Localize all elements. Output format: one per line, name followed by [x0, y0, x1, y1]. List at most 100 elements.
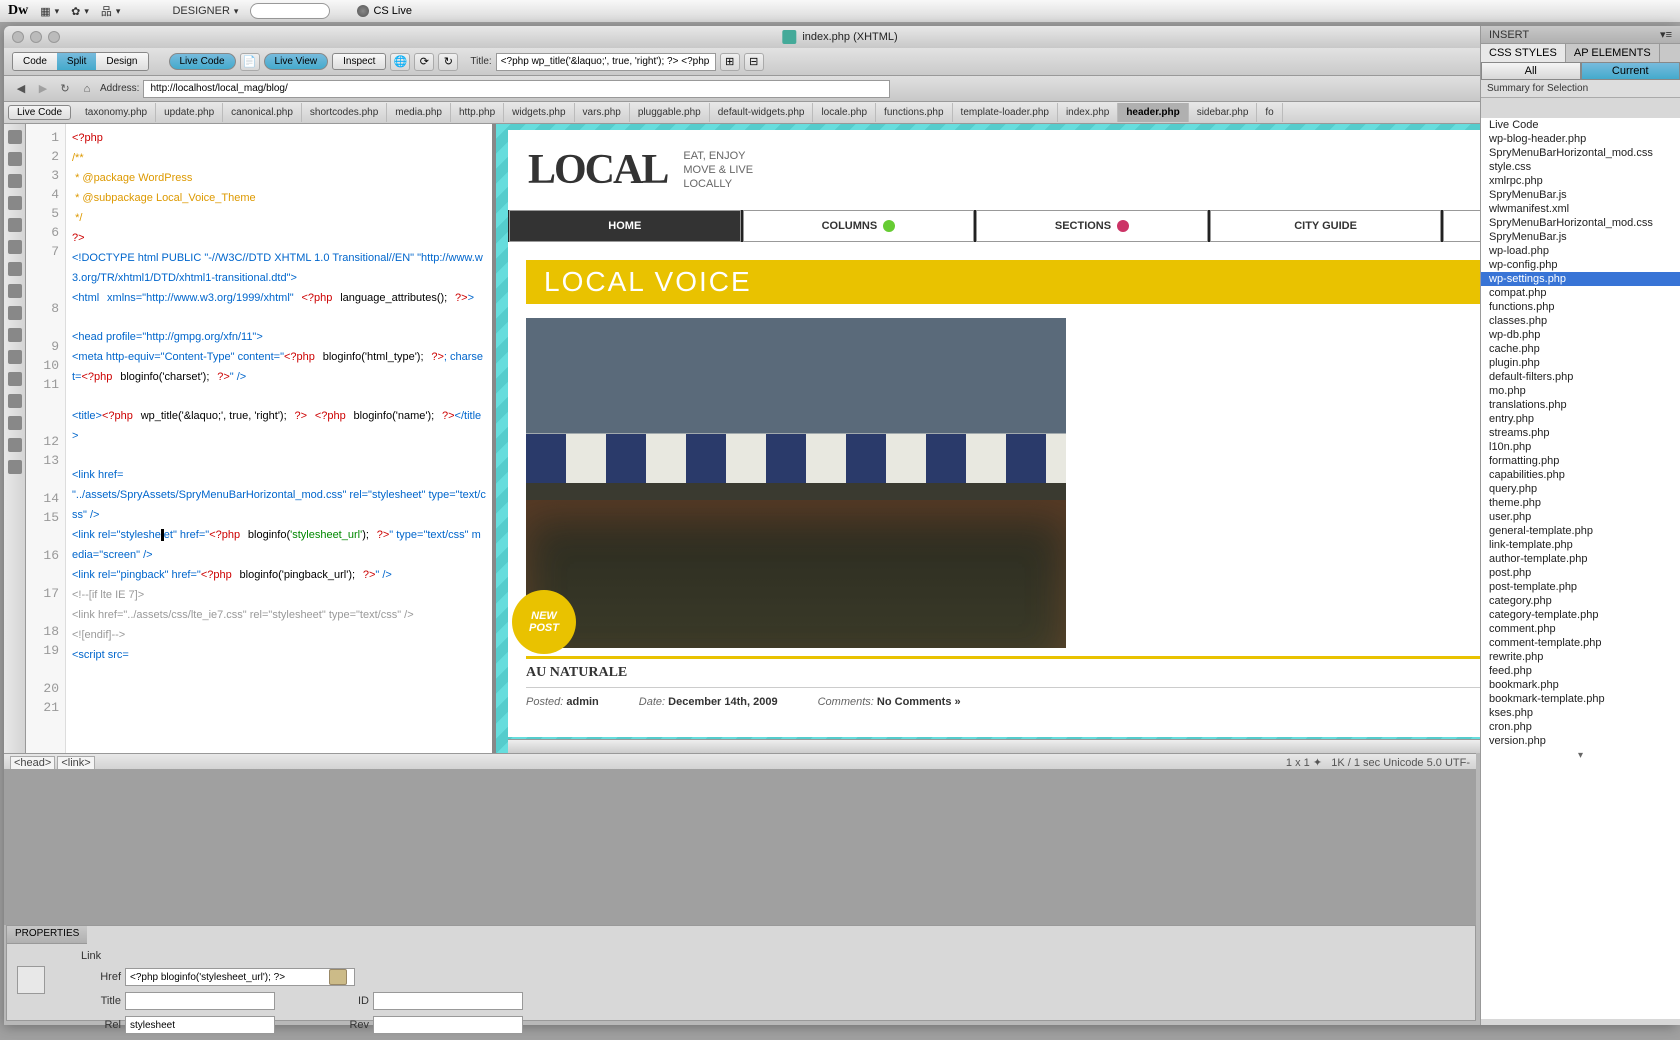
css-file-item[interactable]: style.css: [1481, 160, 1680, 174]
close-button[interactable]: [12, 31, 24, 43]
related-file-tab[interactable]: widgets.php: [504, 103, 574, 122]
related-file-tab[interactable]: update.php: [156, 103, 223, 122]
gutter-icon[interactable]: [8, 460, 22, 474]
related-file-tab[interactable]: sidebar.php: [1189, 103, 1258, 122]
css-file-item[interactable]: user.php: [1481, 510, 1680, 524]
nav-item[interactable]: HOME: [509, 210, 741, 242]
related-file-tab[interactable]: fo: [1257, 103, 1282, 122]
forward-button[interactable]: ▶: [34, 81, 52, 97]
css-file-item[interactable]: compat.php: [1481, 286, 1680, 300]
tag-selector-path[interactable]: <head><link>: [10, 757, 1286, 769]
css-file-item[interactable]: wp-load.php: [1481, 244, 1680, 258]
maximize-button[interactable]: [48, 31, 60, 43]
related-files-list[interactable]: Live Codewp-blog-header.phpSpryMenuBarHo…: [1481, 118, 1680, 1019]
minimize-button[interactable]: [30, 31, 42, 43]
workspace-switcher[interactable]: DESIGNER ▾: [132, 5, 238, 17]
rev-input[interactable]: [373, 1016, 523, 1034]
code-editor[interactable]: <?php /** * @package WordPress * @subpac…: [66, 124, 492, 753]
css-file-item[interactable]: author-template.php: [1481, 552, 1680, 566]
css-file-item[interactable]: query.php: [1481, 482, 1680, 496]
title-input[interactable]: [496, 53, 716, 71]
css-file-item[interactable]: cron.php: [1481, 720, 1680, 734]
nav-item[interactable]: COLUMNS: [743, 210, 975, 242]
gutter-icon[interactable]: [8, 218, 22, 232]
layout-menu-icon[interactable]: ▦▾: [40, 5, 59, 18]
related-file-tab[interactable]: template-loader.php: [953, 103, 1058, 122]
design-view-button[interactable]: Design: [96, 53, 147, 70]
related-file-tab[interactable]: index.php: [1058, 103, 1118, 122]
rel-input[interactable]: [125, 1016, 275, 1034]
gutter-icon[interactable]: [8, 416, 22, 430]
back-button[interactable]: ◀: [12, 81, 30, 97]
related-file-tab[interactable]: locale.php: [813, 103, 876, 122]
css-file-item[interactable]: kses.php: [1481, 706, 1680, 720]
related-file-tab[interactable]: pluggable.php: [630, 103, 710, 122]
home-icon[interactable]: ⌂: [78, 81, 96, 97]
related-file-tab[interactable]: header.php: [1118, 103, 1188, 122]
css-file-item[interactable]: plugin.php: [1481, 356, 1680, 370]
refresh-icon-1[interactable]: ⟳: [414, 53, 434, 71]
css-file-item[interactable]: entry.php: [1481, 412, 1680, 426]
css-file-item[interactable]: rewrite.php: [1481, 650, 1680, 664]
related-file-tab[interactable]: http.php: [451, 103, 504, 122]
inspect-icon-1[interactable]: 📄: [240, 53, 260, 71]
insert-panel-tab[interactable]: INSERT▾≡: [1481, 26, 1680, 44]
css-file-item[interactable]: link-template.php: [1481, 538, 1680, 552]
address-input[interactable]: [143, 80, 889, 98]
toolbar-icon-a[interactable]: ⊞: [720, 53, 740, 71]
css-file-item[interactable]: version.php: [1481, 734, 1680, 748]
css-file-item[interactable]: feed.php: [1481, 664, 1680, 678]
css-file-item[interactable]: wp-settings.php: [1481, 272, 1680, 286]
css-file-item[interactable]: SpryMenuBar.js: [1481, 230, 1680, 244]
ap-elements-tab[interactable]: AP ELEMENTS: [1566, 44, 1660, 62]
css-file-item[interactable]: general-template.php: [1481, 524, 1680, 538]
toolbar-icon-b[interactable]: ⊟: [744, 53, 764, 71]
css-file-item[interactable]: l10n.php: [1481, 440, 1680, 454]
title-prop-input[interactable]: [125, 992, 275, 1010]
css-file-item[interactable]: comment-template.php: [1481, 636, 1680, 650]
gutter-icon[interactable]: [8, 438, 22, 452]
nav-item[interactable]: CITY GUIDE: [1210, 210, 1442, 242]
all-button[interactable]: All: [1481, 62, 1581, 80]
css-file-item[interactable]: formatting.php: [1481, 454, 1680, 468]
href-input[interactable]: [125, 968, 355, 986]
gutter-icon[interactable]: [8, 350, 22, 364]
css-file-item[interactable]: translations.php: [1481, 398, 1680, 412]
gutter-icon[interactable]: [8, 394, 22, 408]
css-file-item[interactable]: classes.php: [1481, 314, 1680, 328]
css-file-item[interactable]: wp-blog-header.php: [1481, 132, 1680, 146]
refresh-icon-2[interactable]: ↻: [438, 53, 458, 71]
css-file-item[interactable]: category-template.php: [1481, 608, 1680, 622]
css-file-item[interactable]: SpryMenuBarHorizontal_mod.css: [1481, 146, 1680, 160]
css-file-item[interactable]: theme.php: [1481, 496, 1680, 510]
id-input[interactable]: [373, 992, 523, 1010]
related-file-tab[interactable]: media.php: [387, 103, 451, 122]
css-file-item[interactable]: mo.php: [1481, 384, 1680, 398]
gutter-icon[interactable]: [8, 372, 22, 386]
code-view-button[interactable]: Code: [13, 53, 57, 70]
gutter-icon[interactable]: [8, 174, 22, 188]
inspect-button[interactable]: Inspect: [332, 53, 386, 70]
css-file-item[interactable]: default-filters.php: [1481, 370, 1680, 384]
current-button[interactable]: Current: [1581, 62, 1680, 80]
split-view-button[interactable]: Split: [57, 53, 96, 70]
live-view-button[interactable]: Live View: [264, 53, 329, 70]
nav-item[interactable]: SECTIONS: [976, 210, 1208, 242]
code-view-pane[interactable]: 123456789101112131415161718192021 <?php …: [26, 124, 496, 753]
css-file-item[interactable]: bookmark.php: [1481, 678, 1680, 692]
stop-button[interactable]: ↻: [56, 81, 74, 97]
gutter-icon[interactable]: [8, 196, 22, 210]
gutter-icon[interactable]: [8, 328, 22, 342]
related-file-tab[interactable]: functions.php: [876, 103, 953, 122]
css-file-item[interactable]: comment.php: [1481, 622, 1680, 636]
gutter-icon[interactable]: [8, 306, 22, 320]
gutter-icon[interactable]: [8, 284, 22, 298]
related-file-tab[interactable]: vars.php: [575, 103, 630, 122]
site-menu-icon[interactable]: 品▾: [101, 3, 121, 19]
related-file-tab[interactable]: shortcodes.php: [302, 103, 387, 122]
css-file-item[interactable]: wp-config.php: [1481, 258, 1680, 272]
gutter-icon[interactable]: [8, 130, 22, 144]
css-file-item[interactable]: category.php: [1481, 594, 1680, 608]
css-file-item[interactable]: streams.php: [1481, 426, 1680, 440]
search-box[interactable]: [250, 3, 330, 19]
